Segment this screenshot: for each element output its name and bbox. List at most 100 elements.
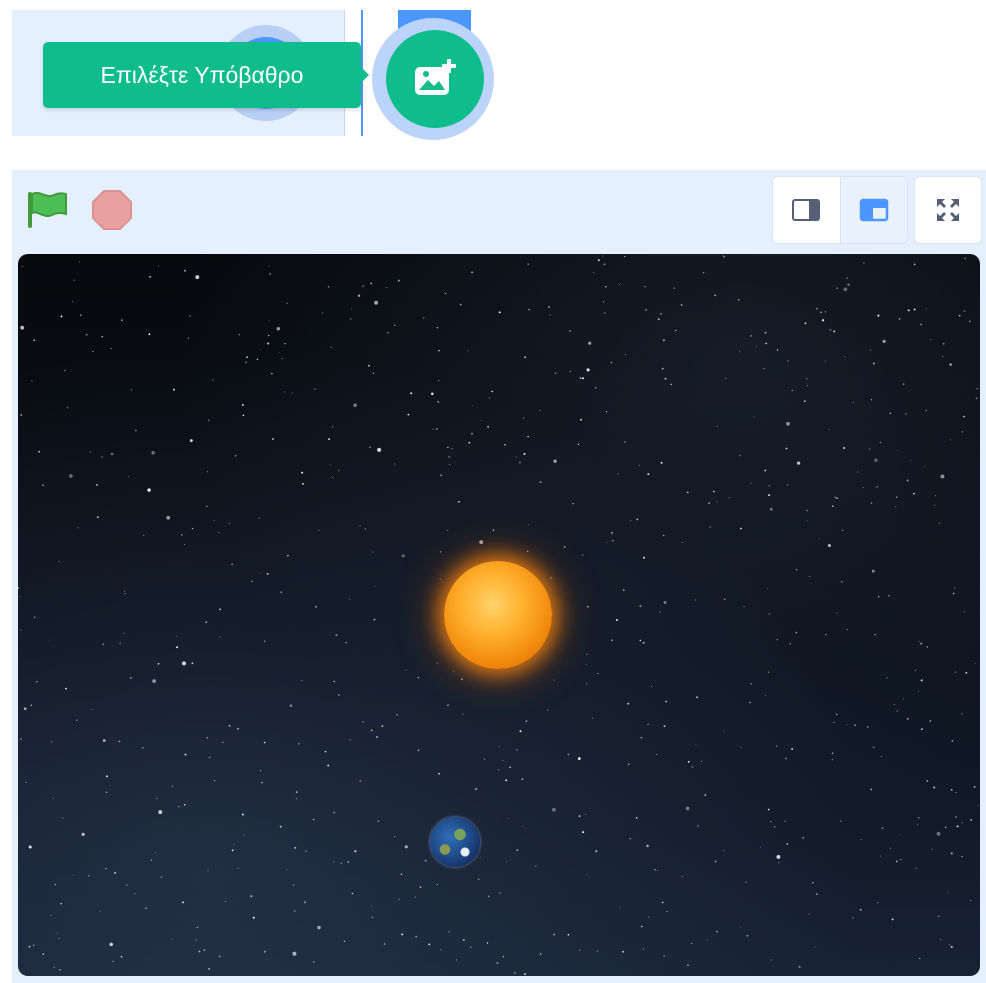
star: [615, 619, 618, 621]
star: [846, 724, 848, 725]
star: [438, 772, 440, 775]
star: [187, 337, 190, 339]
star: [949, 944, 951, 946]
star: [737, 299, 740, 301]
star: [895, 506, 897, 508]
star: [691, 942, 693, 945]
star: [595, 387, 597, 389]
star: [527, 435, 529, 438]
star: [437, 400, 440, 403]
star: [213, 780, 216, 782]
small-stage-button[interactable]: [773, 177, 841, 243]
star: [704, 794, 707, 796]
star: [970, 819, 972, 821]
star: [66, 406, 69, 409]
star: [579, 949, 581, 951]
star: [333, 681, 335, 683]
star: [722, 255, 724, 256]
star: [417, 676, 420, 679]
star: [798, 965, 801, 968]
star: [785, 757, 787, 760]
star: [749, 701, 751, 704]
star: [763, 368, 765, 370]
green-flag-button[interactable]: [26, 190, 70, 230]
star: [112, 960, 114, 963]
stop-button[interactable]: [90, 188, 134, 232]
star: [582, 554, 584, 556]
star: [700, 760, 702, 762]
star: [831, 505, 834, 508]
star: [639, 605, 642, 607]
star: [743, 606, 745, 608]
star: [293, 884, 295, 886]
stage-canvas[interactable]: [18, 254, 980, 976]
star: [585, 664, 587, 665]
sun-sprite[interactable]: [444, 561, 552, 669]
star: [889, 847, 891, 849]
star: [304, 901, 307, 904]
star: [663, 725, 666, 728]
star: [377, 447, 382, 452]
star: [206, 471, 208, 473]
star: [860, 839, 862, 841]
star: [661, 901, 664, 904]
star: [753, 416, 755, 418]
star: [627, 702, 630, 705]
star: [939, 939, 942, 941]
star: [491, 390, 493, 393]
star: [499, 892, 501, 894]
star: [629, 838, 631, 840]
star: [287, 554, 289, 557]
star: [661, 367, 664, 370]
star: [778, 862, 780, 864]
star: [776, 349, 779, 351]
stage-size-toggle: [772, 176, 908, 244]
star: [401, 933, 404, 936]
star: [768, 613, 771, 615]
star: [502, 955, 505, 958]
star: [846, 629, 848, 631]
star: [831, 758, 834, 761]
star: [417, 749, 420, 751]
star: [349, 318, 352, 320]
star: [448, 455, 451, 458]
star: [895, 860, 898, 863]
star: [611, 532, 613, 534]
star: [767, 588, 769, 590]
star: [32, 944, 35, 946]
add-image-icon: [415, 59, 456, 95]
star: [423, 317, 425, 319]
star: [874, 458, 878, 462]
star: [170, 939, 172, 941]
star: [130, 677, 132, 679]
star: [740, 926, 741, 928]
star: [374, 585, 376, 587]
star: [297, 742, 300, 745]
star: [806, 509, 808, 512]
star: [377, 820, 380, 822]
star: [553, 679, 555, 681]
star: [127, 475, 129, 477]
choose-backdrop-button[interactable]: [386, 30, 484, 128]
star: [58, 561, 60, 563]
star: [924, 465, 926, 467]
star: [903, 698, 905, 700]
star: [505, 779, 508, 782]
star: [567, 933, 570, 936]
star: [784, 820, 786, 822]
large-stage-button[interactable]: [840, 177, 907, 243]
star: [436, 662, 438, 664]
star: [76, 719, 78, 721]
earth-sprite[interactable]: [430, 817, 480, 867]
star: [21, 265, 23, 268]
star: [846, 277, 848, 279]
star: [301, 679, 303, 681]
star: [891, 918, 894, 921]
star: [833, 721, 835, 723]
star: [25, 781, 27, 784]
star: [765, 694, 767, 696]
star: [225, 900, 227, 902]
star: [789, 643, 791, 645]
star: [218, 955, 221, 958]
fullscreen-button[interactable]: [914, 176, 982, 244]
